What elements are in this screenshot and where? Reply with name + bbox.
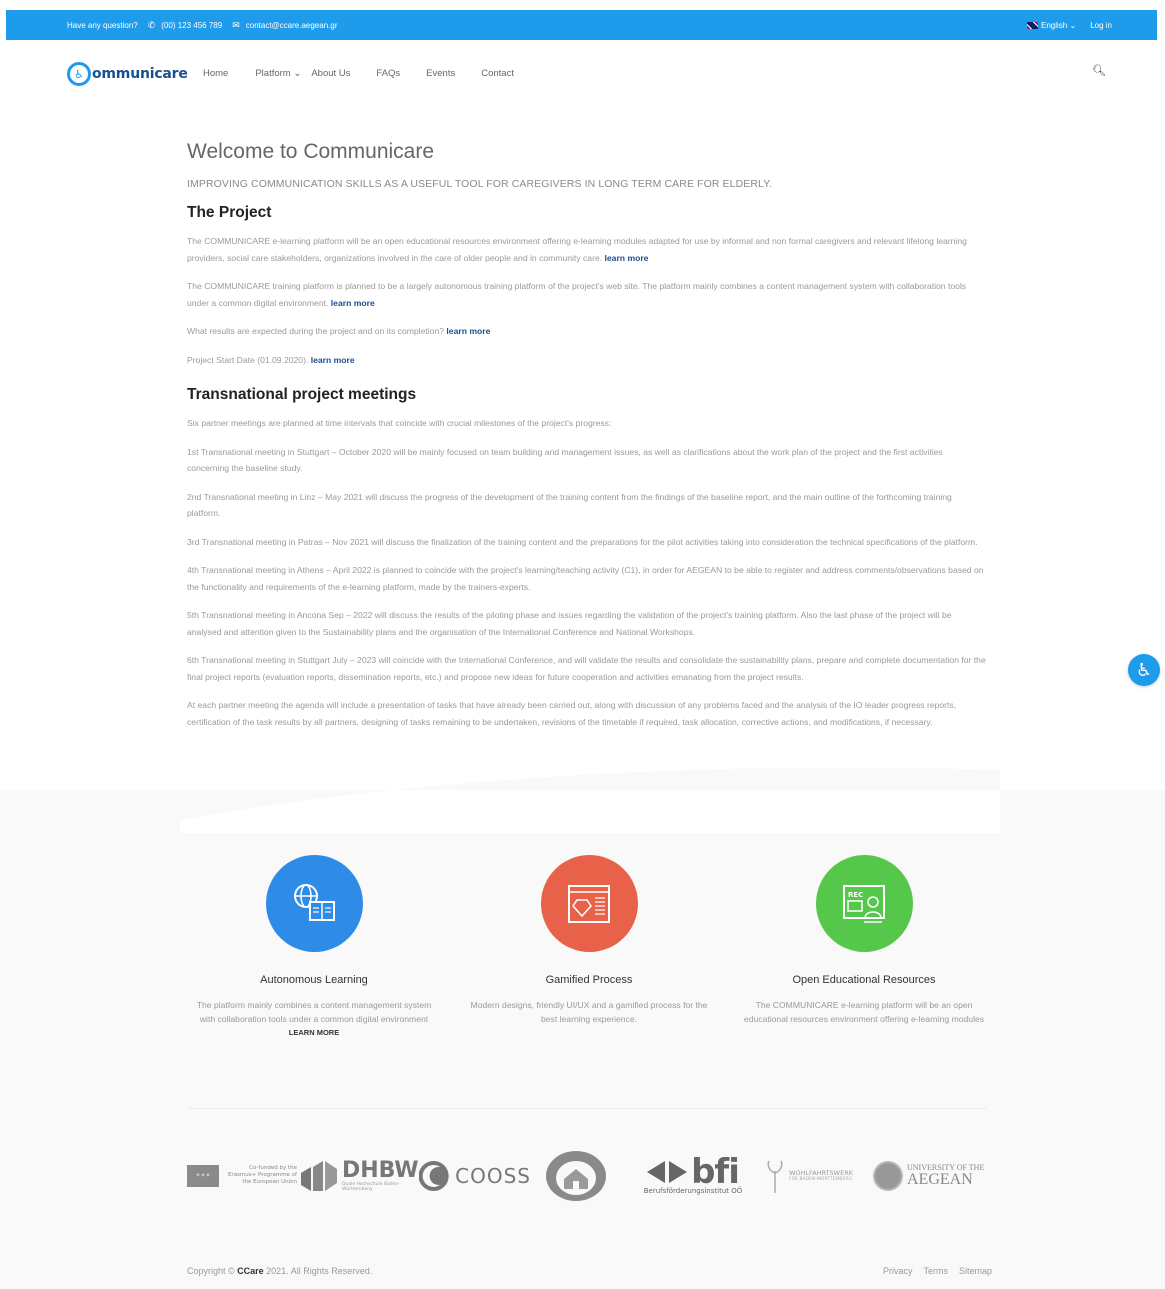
meetings-paragraph: Six partner meetings are planned at time… [187,418,612,428]
search-icon[interactable]: 🔍︎ [1092,64,1106,77]
nav-about-us[interactable]: About Us [311,68,350,79]
project-paragraph: The COMMUNICARE e-learning platform will… [187,236,967,263]
meetings-heading: Transnational project meetings [187,386,417,403]
feature-autonomous-learning: Autonomous Learning The platform mainly … [189,855,439,1037]
main-content: Welcome to Communicare IMPROVING COMMUNI… [187,140,987,742]
email-link[interactable]: contact@ccare.aegean.gr [246,21,338,30]
wheelchair-icon: ♿ [1135,659,1153,680]
meetings-paragraph: 3rd Transnational meeting in Patras – No… [187,536,978,547]
footer-sitemap-link[interactable]: Sitemap [959,1266,992,1276]
nav-events[interactable]: Events [426,68,455,79]
uk-flag-icon [1027,21,1039,29]
dhbw-mark-icon [301,1160,337,1191]
nav-home[interactable]: Home [203,68,228,79]
bfi-arrows-icon [647,1160,688,1183]
feature-title: Open Educational Resources [792,974,936,986]
eu-flag-icon: ✶✶✶ [187,1164,219,1187]
learn-more-link[interactable]: learn more [331,298,375,308]
house-seal-icon [546,1150,606,1201]
accessibility-button[interactable]: ♿ [1128,654,1160,686]
feature-description: The platform mainly combines a content m… [196,1000,432,1024]
cooss-mark-icon [419,1160,449,1191]
footer-terms-link[interactable]: Terms [923,1266,948,1276]
feature-description: Modern designs, friendly UI/UX and a gam… [470,1000,708,1024]
learn-more-link[interactable]: learn more [605,253,649,263]
feature-title: Autonomous Learning [260,974,368,986]
question-label: Have any question? [67,20,138,30]
meetings-paragraph: 2nd Transnational meeting in Linz – May … [187,491,952,519]
wohlfahrtswerk-logo[interactable]: WOHLFAHRTSWERK FÜR BADEN-WÜRTTEMBERG [765,1159,873,1193]
top-bar: Have any question? ✆ (00) 123 456 789 ✉ … [6,10,1157,40]
mail-icon: ✉ [232,19,240,30]
project-paragraph: What results are expected during the pro… [187,326,491,336]
rec-teacher-icon: REC [815,855,913,952]
nav-faqs[interactable]: FAQs [376,68,400,79]
chevron-down-icon: ⌄ [293,68,302,79]
feature-description: The COMMUNICARE e-learning platform will… [743,1000,985,1024]
nav-platform-label: Platform [255,68,291,79]
aegean-seal-icon [873,1160,903,1191]
bfi-logo[interactable]: bfi Berufsförderungsinstitut OÖ [621,1155,765,1195]
login-link[interactable]: Log in [1090,21,1112,30]
language-selector[interactable]: English ⌄ [1027,21,1076,30]
footer: Copyright © CCare 2021. All Rights Reser… [187,1266,992,1276]
house-seal-logo[interactable] [531,1149,621,1203]
language-label: English [1041,20,1068,30]
aegean-logo[interactable]: UNIVERSITY OF THE AEGEAN [873,1160,984,1191]
phone-icon: ✆ [147,19,156,30]
feature-gamified-process: Gamified Process Modern designs, friendl… [464,855,714,1026]
tree-icon [767,1160,783,1193]
logo-c-icon: ♿ [67,62,91,86]
project-paragraph: The COMMUNICARE training platform is pla… [187,281,967,308]
chevron-down-icon: ⌄ [1069,20,1077,30]
section-wave-divider [0,767,1165,833]
page-tagline: IMPROVING COMMUNICATION SKILLS AS A USEF… [187,178,772,190]
diamond-screen-icon [540,855,638,952]
learn-more-link[interactable]: learn more [446,326,490,336]
meetings-paragraph: 1st Transnational meeting in Stuttgart –… [187,446,943,474]
phone-number[interactable]: (00) 123 456 789 [161,21,222,30]
footer-privacy-link[interactable]: Privacy [883,1266,913,1276]
nav-platform[interactable]: Platform ⌄ [255,68,301,79]
nav-contact[interactable]: Contact [481,68,514,79]
project-heading: The Project [187,204,272,221]
logo-wordmark: ommunicare [92,66,188,82]
svg-text:REC: REC [848,891,863,899]
learn-more-link[interactable]: learn more [311,355,355,365]
feature-title: Gamified Process [545,974,633,986]
cooss-logo[interactable]: COOSS [419,1157,531,1195]
meetings-paragraph: 4th Transnational meeting in Athens – Ap… [187,565,984,592]
features-section: Autonomous Learning The platform mainly … [0,833,1165,1289]
meetings-paragraph: 6th Transnational meeting in Stuttgart J… [187,655,986,682]
feature-open-educational-resources: REC Open Educational Resources The COMMU… [739,855,989,1026]
globe-book-icon [265,855,363,952]
copyright: Copyright © CCare 2021. All Rights Reser… [187,1266,373,1276]
main-navigation: ♿ ommunicare Home Platform ⌄ About Us FA… [0,40,1165,106]
erasmus-logo[interactable]: ✶✶✶ Co-funded by the Erasmus+ Programme … [187,1164,299,1187]
site-logo[interactable]: ♿ ommunicare [67,62,188,86]
dhbw-logo[interactable]: DHBW Duale Hochschule Baden-Württemberg [299,1159,419,1193]
meetings-paragraph: At each partner meeting the agenda will … [187,700,957,727]
meetings-paragraph: 5th Transnational meeting in Ancona Sep … [187,610,952,637]
page-title: Welcome to Communicare [187,140,435,163]
project-paragraph: Project Start Date (01.09.2020). learn m… [187,354,355,365]
partner-logos: ✶✶✶ Co-funded by the Erasmus+ Programme … [187,1133,992,1218]
section-divider [187,1108,987,1109]
learn-more-button[interactable]: LEARN MORE [189,1028,439,1037]
